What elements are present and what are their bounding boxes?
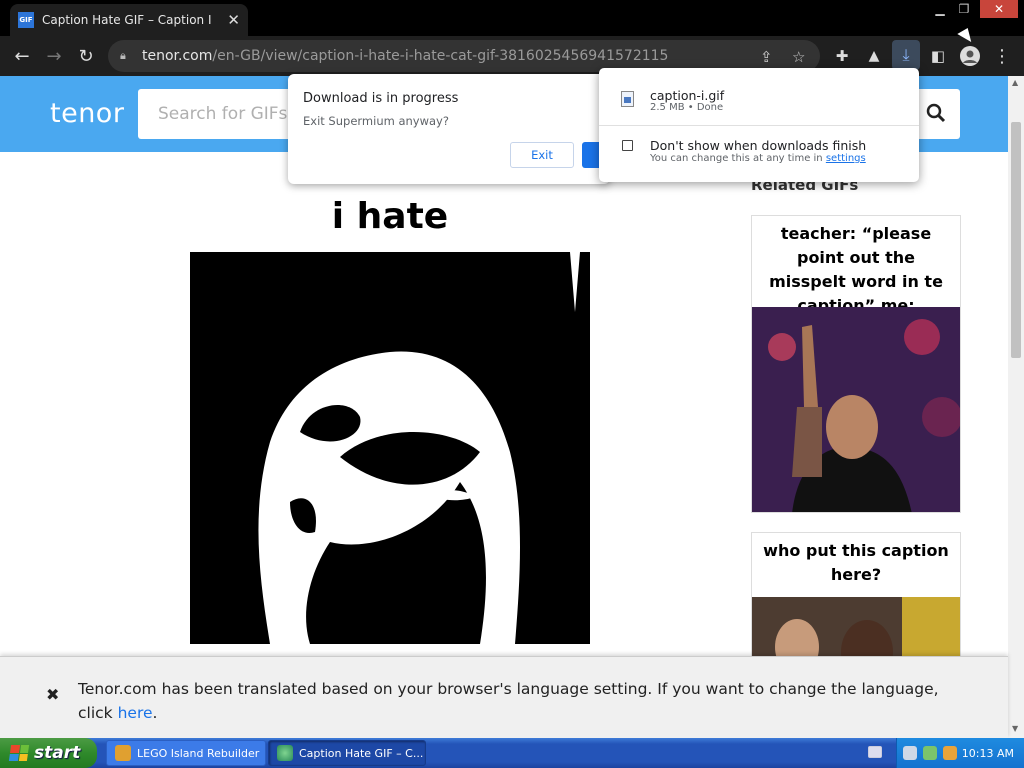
lego-app-icon <box>115 745 131 761</box>
reload-icon[interactable]: ↻ <box>72 36 100 76</box>
related-gif-image <box>752 307 960 512</box>
share-icon[interactable]: ⇪ <box>760 48 773 66</box>
scrollbar-thumb[interactable] <box>1011 122 1021 358</box>
translation-message: Tenor.com has been translated based on y… <box>78 677 968 725</box>
browser-tab[interactable]: GIF Caption Hate GIF – Caption I Hate ✕ <box>10 4 248 36</box>
scroll-up-icon[interactable]: ▲ <box>1012 78 1018 87</box>
minimize-button[interactable]: ▁ <box>930 0 950 18</box>
taskbar-item-lego-island[interactable]: LEGO Island Rebuilder <box>106 740 266 766</box>
settings-help: You can change this at any time in setti… <box>650 153 866 164</box>
settings-link[interactable]: settings <box>826 153 866 164</box>
shield-icon[interactable] <box>923 746 937 760</box>
downloads-icon[interactable]: ⤓ <box>892 40 920 70</box>
back-arrow-icon[interactable]: ← <box>8 36 36 76</box>
cat-gif-image[interactable] <box>190 252 590 644</box>
start-button[interactable]: start <box>0 738 97 768</box>
taskbar-item-browser[interactable]: Caption Hate GIF – C... <box>268 740 426 766</box>
forward-arrow-icon[interactable]: → <box>40 36 68 76</box>
browser-titlebar: GIF Caption Hate GIF – Caption I Hate ✕ … <box>0 0 1024 36</box>
tenor-favicon-icon: GIF <box>18 12 34 28</box>
windows-logo-icon <box>8 745 30 761</box>
lock-icon: 🔒︎ <box>120 49 126 62</box>
dialog-subtitle: Exit Supermium anyway? <box>303 114 449 128</box>
search-icon[interactable] <box>926 103 946 123</box>
windows-taskbar: start LEGO Island Rebuilder Caption Hate… <box>0 738 1024 768</box>
download-meta: 2.5 MB • Done <box>650 102 724 113</box>
settings-help-text: You can change this at any time in <box>650 153 823 164</box>
divider <box>599 125 919 126</box>
translation-text: Tenor.com has been translated based on y… <box>78 680 939 722</box>
related-gif-caption: teacher: “please point out the misspelt … <box>769 224 943 315</box>
start-label: start <box>34 743 81 763</box>
system-tray: 10:13 AM <box>896 738 1024 768</box>
bookmark-star-icon[interactable]: ☆ <box>792 48 805 66</box>
restore-button[interactable]: ❐ <box>954 0 974 18</box>
exit-download-dialog: Download is in progress Exit Supermium a… <box>288 74 610 184</box>
close-icon[interactable]: ✖ <box>46 685 59 704</box>
tab-close-icon[interactable]: ✕ <box>227 11 240 29</box>
page-scrollbar[interactable]: ▲ ▼ <box>1008 76 1024 738</box>
exit-button[interactable]: Exit <box>510 142 574 168</box>
change-language-link[interactable]: here <box>118 704 153 722</box>
taskbar-item-label: LEGO Island Rebuilder <box>137 746 260 760</box>
window-close-button[interactable]: ✕ <box>980 0 1018 18</box>
dialog-title: Download is in progress <box>303 91 459 106</box>
screen: GIF Caption Hate GIF – Caption I Hate ✕ … <box>0 0 1024 768</box>
translation-banner: ✖ Tenor.com has been translated based on… <box>0 656 1008 738</box>
side-panel-icon[interactable]: ◧ <box>924 36 952 76</box>
download-filename[interactable]: caption-i.gif <box>650 88 724 103</box>
dont-show-checkbox[interactable] <box>622 140 633 151</box>
taskbar-item-label: Caption Hate GIF – C... <box>299 746 424 760</box>
dont-show-label[interactable]: Don't show when downloads finish <box>650 138 866 153</box>
keyboard-icon[interactable] <box>868 746 882 758</box>
network-icon[interactable] <box>903 746 917 760</box>
url-host: tenor.com <box>142 48 213 64</box>
search-tray-icon[interactable] <box>943 746 957 760</box>
related-gif-caption: who put this caption here? <box>763 541 949 584</box>
tab-title: Caption Hate GIF – Caption I Hate <box>42 13 214 27</box>
menu-kebab-icon[interactable]: ⋮ <box>988 36 1016 76</box>
clock[interactable]: 10:13 AM <box>962 747 1014 760</box>
scroll-down-icon[interactable]: ▼ <box>1012 724 1018 733</box>
file-icon <box>621 91 634 107</box>
downloads-bubble: caption-i.gif 2.5 MB • Done Don't show w… <box>599 68 919 182</box>
translation-period: . <box>152 704 158 722</box>
tenor-logo[interactable]: tenor <box>50 98 124 129</box>
related-gif-card[interactable]: teacher: “please point out the misspelt … <box>751 215 961 513</box>
browser-app-icon <box>277 745 293 761</box>
url-path: /en-GB/view/caption-i-hate-i-hate-cat-gi… <box>212 48 669 64</box>
gif-caption: i hate <box>190 180 590 252</box>
